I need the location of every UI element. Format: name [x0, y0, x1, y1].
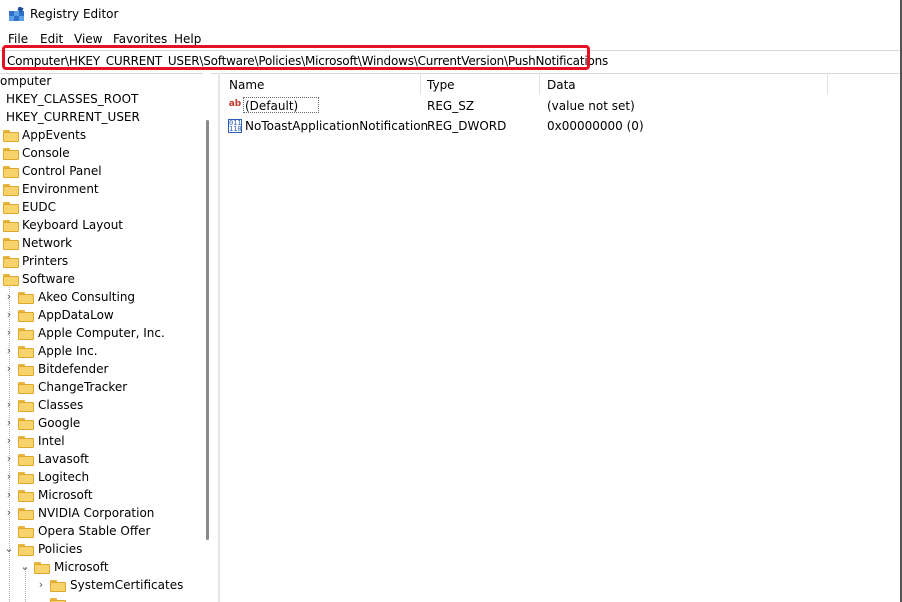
menu-edit[interactable]: Edit: [40, 32, 63, 46]
menu-file[interactable]: File: [8, 32, 28, 46]
chevron-down-icon[interactable]: ⌄: [20, 560, 30, 573]
chevron-right-icon[interactable]: ›: [4, 308, 14, 321]
window-title: Registry Editor: [30, 7, 119, 21]
folder-icon: [18, 328, 34, 340]
address-highlight-box: [2, 45, 590, 70]
folder-icon: [18, 454, 34, 466]
string-value-icon: ab: [228, 99, 242, 109]
value-type: REG_DWORD: [427, 119, 507, 133]
column-header-name[interactable]: Name: [229, 78, 264, 92]
chevron-right-icon[interactable]: ›: [4, 488, 14, 501]
value-row[interactable]: ab (Default) REG_SZ (value not set): [221, 96, 900, 116]
chevron-right-icon[interactable]: ›: [4, 416, 14, 429]
chevron-right-icon[interactable]: ›: [36, 578, 46, 591]
key-tree[interactable]: omputer HKEY_CLASSES_ROOT HKEY_CURRENT_U…: [0, 73, 210, 602]
dword-value-icon: 011 110: [228, 119, 242, 133]
value-name: NoToastApplicationNotification: [245, 119, 429, 133]
chevron-right-icon[interactable]: ›: [4, 398, 14, 411]
value-name: (Default): [245, 99, 299, 113]
folder-icon: [18, 508, 34, 520]
values-list[interactable]: Name Type Data ab (Default) REG_SZ (valu…: [221, 73, 900, 602]
folder-icon: [3, 184, 19, 196]
chevron-down-icon[interactable]: ⌄: [4, 542, 14, 555]
folder-icon: [3, 220, 19, 232]
folder-icon: [18, 436, 34, 448]
value-data: (value not set): [547, 99, 635, 113]
folder-icon: [18, 526, 34, 538]
folder-icon: [3, 256, 19, 268]
folder-icon: [18, 490, 34, 502]
folder-icon: [3, 202, 19, 214]
folder-icon: [18, 382, 34, 394]
chevron-right-icon[interactable]: ›: [4, 452, 14, 465]
chevron-right-icon[interactable]: ›: [4, 434, 14, 447]
column-header-data[interactable]: Data: [547, 78, 576, 92]
chevron-right-icon[interactable]: ›: [4, 290, 14, 303]
chevron-right-icon[interactable]: ›: [4, 326, 14, 339]
folder-icon: [3, 130, 19, 142]
tree-scrollbar-thumb[interactable]: [206, 120, 209, 540]
folder-icon: [18, 310, 34, 322]
column-header-type[interactable]: Type: [427, 78, 455, 92]
folder-open-icon: [34, 562, 50, 574]
value-row[interactable]: 011 110 NoToastApplicationNotification RE…: [221, 116, 900, 136]
value-data: 0x00000000 (0): [547, 119, 644, 133]
column-separator[interactable]: [539, 73, 540, 95]
folder-icon: [18, 418, 34, 430]
chevron-right-icon[interactable]: ›: [4, 344, 14, 357]
title-bar: [0, 0, 900, 30]
folder-icon: [3, 166, 19, 178]
folder-icon: [18, 292, 34, 304]
folder-icon: [50, 580, 66, 592]
chevron-right-icon[interactable]: ›: [4, 362, 14, 375]
menu-favorites[interactable]: Favorites: [113, 32, 167, 46]
folder-icon: [18, 472, 34, 484]
folder-icon: [18, 364, 34, 376]
folder-icon: [3, 238, 19, 250]
value-type: REG_SZ: [427, 99, 475, 113]
menu-help[interactable]: Help: [174, 32, 201, 46]
chevron-right-icon[interactable]: ›: [4, 470, 14, 483]
folder-icon: [3, 148, 19, 160]
folder-open-icon: [3, 274, 19, 286]
registry-editor-icon: [9, 7, 24, 21]
folder-icon: [50, 598, 66, 602]
menu-view[interactable]: View: [74, 32, 102, 46]
folder-open-icon: [18, 544, 34, 556]
column-separator[interactable]: [827, 73, 828, 95]
folder-icon: [18, 346, 34, 358]
pane-splitter[interactable]: [218, 73, 220, 602]
column-separator[interactable]: [420, 73, 421, 95]
chevron-right-icon[interactable]: ›: [4, 506, 14, 519]
folder-icon: [18, 400, 34, 412]
